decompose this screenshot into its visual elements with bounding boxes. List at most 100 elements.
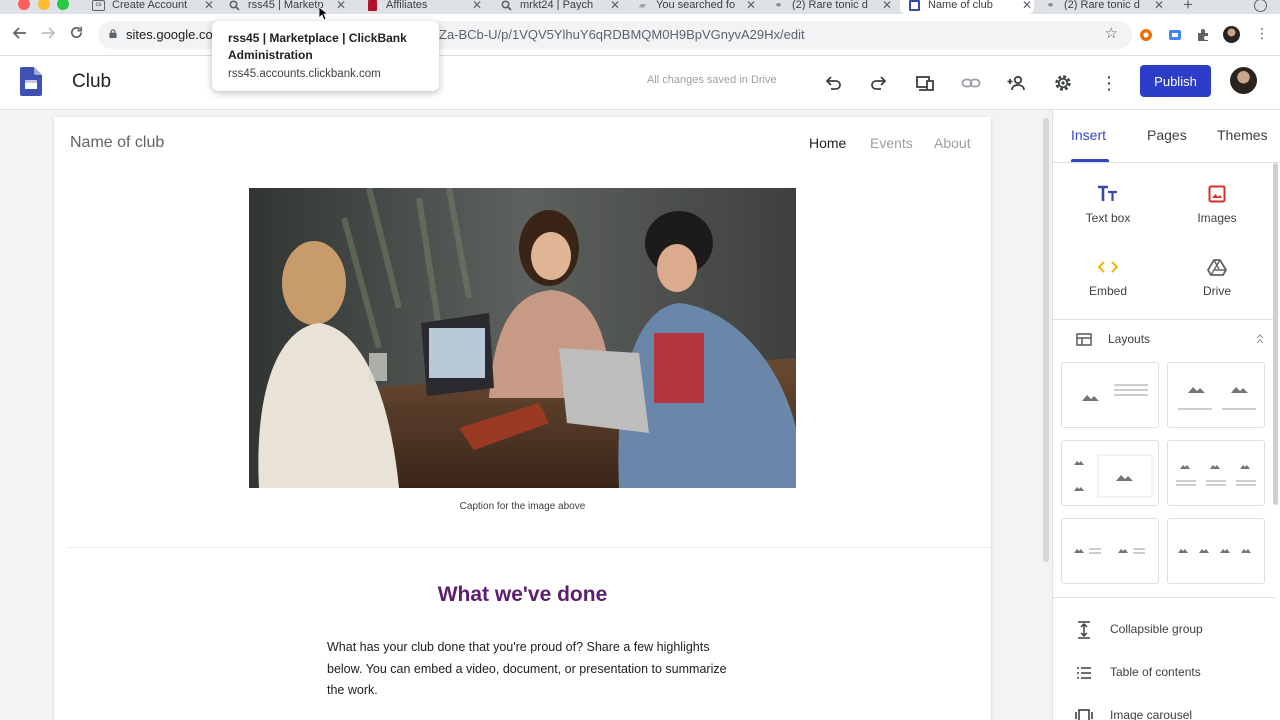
browser-tab[interactable]: rss45 | Marketp ✕ [228,0,348,14]
extension-icon[interactable] [1168,28,1182,42]
publish-button[interactable]: Publish [1140,65,1211,97]
layout-option[interactable] [1167,518,1265,584]
nav-item-events[interactable]: Events [870,135,913,151]
nav-item-home[interactable]: Home [809,135,846,151]
tooltip-url: rss45.accounts.clickbank.com [228,68,381,80]
site-page[interactable]: Name of club Home Events About Caption f… [54,117,991,720]
insert-image-carousel[interactable]: Image carousel [1075,707,1265,720]
bookmark-star-icon[interactable]: ☆ [1105,24,1118,42]
insert-drive[interactable]: Drive [1172,256,1262,298]
book-icon: ▰ [639,0,646,10]
insert-text-box[interactable]: Text box [1063,183,1153,225]
browser-tab-strip: cs Create Account ✕ rss45 | Marketp ✕ Af… [0,0,1280,14]
drive-icon [1172,256,1262,278]
close-tab-icon[interactable]: ✕ [202,0,216,11]
section-title[interactable]: What we've done [54,583,991,607]
browser-tab[interactable]: ⚭ (2) Rare tonic d ✕ [772,0,894,14]
embed-icon [1063,256,1153,278]
layout-option[interactable] [1167,362,1265,428]
insert-images[interactable]: Images [1172,183,1262,225]
layout-option[interactable] [1167,440,1265,506]
close-tab-icon[interactable]: ✕ [1020,0,1034,11]
panel-divider [1053,319,1275,320]
link-icon: ⚭ [774,0,783,10]
layout-option[interactable] [1061,440,1159,506]
insert-collapsible-group[interactable]: Collapsible group [1075,621,1265,639]
text-box-icon [1063,183,1153,205]
close-tab-icon[interactable]: ✕ [334,0,348,11]
undo-icon [825,76,841,90]
browser-tab-active[interactable]: Name of club ✕ [900,0,1034,14]
sites-icon [908,0,921,11]
settings-button[interactable] [1051,71,1075,95]
collapse-chevron-icon[interactable] [1255,334,1265,344]
site-title[interactable]: Club [72,71,111,93]
image-caption[interactable]: Caption for the image above [249,501,796,512]
panel-scrollbar[interactable] [1273,163,1278,505]
nav-item-about[interactable]: About [934,135,971,151]
redo-button[interactable] [867,71,891,95]
tab-search-icon[interactable] [1254,0,1267,12]
reload-button[interactable] [66,25,86,45]
extension-icon[interactable] [1139,28,1153,42]
browser-tab[interactable]: ⚭ (2) Rare tonic d ✕ [1044,0,1166,14]
window-zoom-button[interactable] [57,0,69,10]
forward-button[interactable] [38,25,58,45]
collapsible-icon [1078,621,1090,639]
reload-icon [70,26,82,38]
magnifier-icon [228,0,241,11]
layout-option[interactable] [1061,518,1159,584]
undo-button[interactable] [821,71,845,95]
more-options-icon[interactable]: ⋮ [1097,71,1121,95]
clickbank-icon [366,0,379,11]
arrow-left-icon [12,27,26,39]
url-host: sites.google.co [126,27,213,42]
tooltip-title: rss45 | Marketplace | ClickBank Administ… [228,31,407,62]
window-close-button[interactable] [18,0,30,10]
device-preview-icon [916,76,934,91]
insert-table-of-contents[interactable]: Table of contents [1075,664,1265,682]
site-name[interactable]: Name of club [70,134,164,152]
share-button[interactable] [1005,71,1029,95]
new-tab-button[interactable]: + [1183,0,1193,13]
add-person-icon [1007,75,1025,91]
canvas-scrollbar[interactable] [1043,118,1049,562]
tab-hover-tooltip: rss45 | Marketplace | ClickBank Administ… [212,21,439,91]
close-tab-icon[interactable]: ✕ [1152,0,1166,11]
account-avatar[interactable] [1230,67,1257,94]
lock-icon [109,29,117,38]
browser-toolbar: sites.google.co Za-BCb-U/p/1VQV5YlhuY6qR… [0,14,1280,56]
layouts-header[interactable]: Layouts [1073,331,1265,349]
tab-pages[interactable]: Pages [1147,127,1187,143]
back-button[interactable] [10,25,30,45]
profile-avatar[interactable] [1223,26,1240,43]
insert-embed[interactable]: Embed [1063,256,1153,298]
layout-option[interactable] [1061,362,1159,428]
redo-icon [871,76,887,90]
gear-icon [1055,75,1071,91]
close-tab-icon[interactable]: ✕ [470,0,484,11]
browser-tab[interactable]: Affiliates ✕ [366,0,484,14]
browser-tab[interactable]: ▰ You searched fo ✕ [636,0,758,14]
tab-insert[interactable]: Insert [1071,127,1106,143]
close-tab-icon[interactable]: ✕ [880,0,894,11]
image-icon [1172,183,1262,205]
window-minimize-button[interactable] [38,0,50,10]
browser-tab[interactable]: mrkt24 | Paych ✕ [500,0,622,14]
arrow-right-icon [42,27,56,39]
tab-themes[interactable]: Themes [1217,127,1268,143]
puzzle-icon[interactable] [1196,28,1210,42]
hero-image[interactable] [249,188,796,488]
url-path: Za-BCb-U/p/1VQV5YlhuY6qRDBMQM0H9BpVGnyvA… [439,27,805,42]
kebab-menu-icon[interactable]: ⋮ [1255,25,1269,42]
google-sites-logo-icon[interactable] [20,67,42,96]
save-status: All changes saved in Drive [647,74,777,86]
layouts-icon [1076,333,1092,346]
browser-tab[interactable]: cs Create Account ✕ [92,0,216,14]
section-body[interactable]: What has your club done that you're prou… [327,637,727,702]
insert-link-button[interactable] [959,71,983,95]
editor-canvas: Name of club Home Events About Caption f… [0,110,1052,720]
preview-button[interactable] [913,71,937,95]
close-tab-icon[interactable]: ✕ [608,0,622,11]
close-tab-icon[interactable]: ✕ [744,0,758,11]
